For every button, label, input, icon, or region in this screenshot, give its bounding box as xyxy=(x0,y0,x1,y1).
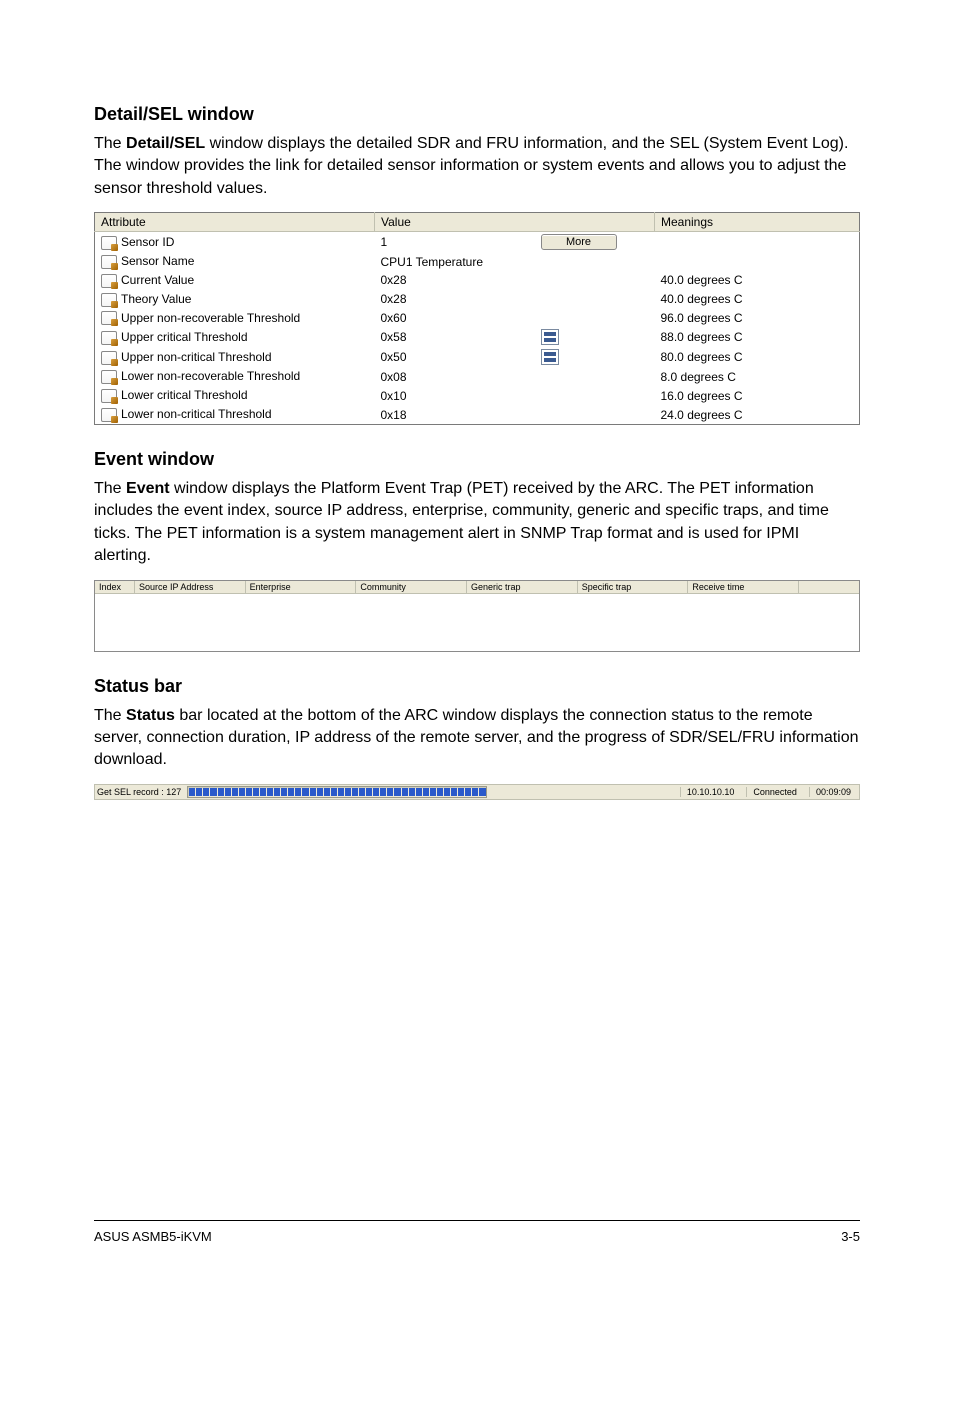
table-row[interactable]: Lower non-recoverable Threshold 0x08 8.0 d… xyxy=(95,367,860,386)
event-col-enterprise[interactable]: Enterprise xyxy=(246,581,357,593)
document-icon xyxy=(101,408,117,422)
event-heading: Event window xyxy=(94,449,860,470)
attribute-label: Current Value xyxy=(121,273,194,287)
meaning-cell: 24.0 degrees C xyxy=(655,405,860,424)
event-col-source-ip[interactable]: Source IP Address xyxy=(135,581,246,593)
table-row[interactable]: Sensor ID 1 More xyxy=(95,232,860,253)
table-row[interactable]: Upper critical Threshold 0x58 88.0 degrees… xyxy=(95,327,860,347)
sel-header-meanings[interactable]: Meanings xyxy=(655,213,860,232)
document-icon xyxy=(101,255,117,269)
event-col-blank[interactable] xyxy=(799,581,859,593)
attribute-label: Upper non-recoverable Threshold xyxy=(121,311,300,325)
footer-product: ASUS ASMB5-iKVM xyxy=(94,1229,212,1244)
attribute-label: Sensor ID xyxy=(121,235,174,249)
document-icon xyxy=(101,331,117,345)
status-progress-bar xyxy=(187,786,487,798)
document-icon xyxy=(101,389,117,403)
attribute-label: Theory Value xyxy=(121,292,191,306)
document-icon xyxy=(101,351,117,365)
value-cell: 0x08 xyxy=(375,367,535,386)
meaning-cell: 40.0 degrees C xyxy=(655,290,860,309)
footer-page-number: 3-5 xyxy=(841,1229,860,1244)
status-bar: Get SEL record : 127 10.10.10.10 Connect… xyxy=(94,784,860,800)
event-col-receive-time[interactable]: Receive time xyxy=(688,581,799,593)
detail-sel-heading: Detail/SEL window xyxy=(94,104,860,125)
status-duration: 00:09:09 xyxy=(809,787,857,797)
sel-header-value[interactable]: Value xyxy=(375,213,655,232)
status-connection: Connected xyxy=(746,787,803,797)
status-description: The Status bar located at the bottom of … xyxy=(94,705,860,772)
sel-header-attribute[interactable]: Attribute xyxy=(95,213,375,232)
status-heading: Status bar xyxy=(94,676,860,697)
table-row[interactable]: Lower non-critical Threshold 0x18 24.0 deg… xyxy=(95,405,860,424)
table-row[interactable]: Theory Value 0x28 40.0 degrees C xyxy=(95,290,860,309)
value-cell: 0x58 xyxy=(375,327,535,347)
value-cell: 0x18 xyxy=(375,405,535,424)
more-button[interactable]: More xyxy=(541,234,617,250)
meaning-cell: 8.0 degrees C xyxy=(655,367,860,386)
meaning-cell: 40.0 degrees C xyxy=(655,271,860,290)
table-row[interactable]: Upper non-critical Threshold 0x50 80.0 deg… xyxy=(95,347,860,367)
meaning-cell: 80.0 degrees C xyxy=(655,347,860,367)
attribute-label: Upper critical Threshold xyxy=(121,330,248,344)
table-row[interactable]: Lower critical Threshold 0x10 16.0 degrees… xyxy=(95,386,860,405)
value-cell: CPU1 Temperature xyxy=(375,252,535,271)
threshold-stepper[interactable] xyxy=(541,329,559,345)
attribute-label: Lower non-recoverable Threshold xyxy=(121,369,300,383)
event-table-header: Index Source IP Address Enterprise Commu… xyxy=(95,581,859,594)
event-description: The Event window displays the Platform E… xyxy=(94,478,860,568)
value-cell: 0x10 xyxy=(375,386,535,405)
status-record-label: Get SEL record : 127 xyxy=(97,787,181,797)
event-col-generic-trap[interactable]: Generic trap xyxy=(467,581,578,593)
attribute-label: Lower critical Threshold xyxy=(121,388,248,402)
meaning-cell: 88.0 degrees C xyxy=(655,327,860,347)
event-col-specific-trap[interactable]: Specific trap xyxy=(578,581,689,593)
event-col-community[interactable]: Community xyxy=(356,581,467,593)
page-footer: ASUS ASMB5-iKVM 3-5 xyxy=(94,1220,860,1284)
event-col-index[interactable]: Index xyxy=(95,581,135,593)
document-icon xyxy=(101,274,117,288)
sel-table: Attribute Value Meanings Sensor ID1MoreS… xyxy=(94,212,860,425)
document-icon xyxy=(101,370,117,384)
value-cell: 0x28 xyxy=(375,290,535,309)
table-row[interactable]: Upper non-recoverable Threshold 0x60 96.0 … xyxy=(95,309,860,328)
table-row[interactable]: Current Value 0x28 40.0 degrees C xyxy=(95,271,860,290)
document-icon xyxy=(101,311,117,325)
document-icon xyxy=(101,236,117,250)
threshold-stepper[interactable] xyxy=(541,349,559,365)
value-cell: 0x60 xyxy=(375,309,535,328)
value-cell: 0x50 xyxy=(375,347,535,367)
attribute-label: Upper non-critical Threshold xyxy=(121,350,272,364)
document-icon xyxy=(101,293,117,307)
event-table: Index Source IP Address Enterprise Commu… xyxy=(94,580,860,652)
meaning-cell xyxy=(655,232,860,253)
value-cell: 1 xyxy=(375,232,535,253)
detail-sel-description: The Detail/SEL window displays the detai… xyxy=(94,133,860,200)
attribute-label: Lower non-critical Threshold xyxy=(121,407,272,421)
value-cell: 0x28 xyxy=(375,271,535,290)
table-row[interactable]: Sensor Name CPU1 Temperature xyxy=(95,252,860,271)
meaning-cell xyxy=(655,252,860,271)
status-ip: 10.10.10.10 xyxy=(680,787,741,797)
meaning-cell: 96.0 degrees C xyxy=(655,309,860,328)
meaning-cell: 16.0 degrees C xyxy=(655,386,860,405)
attribute-label: Sensor Name xyxy=(121,254,194,268)
